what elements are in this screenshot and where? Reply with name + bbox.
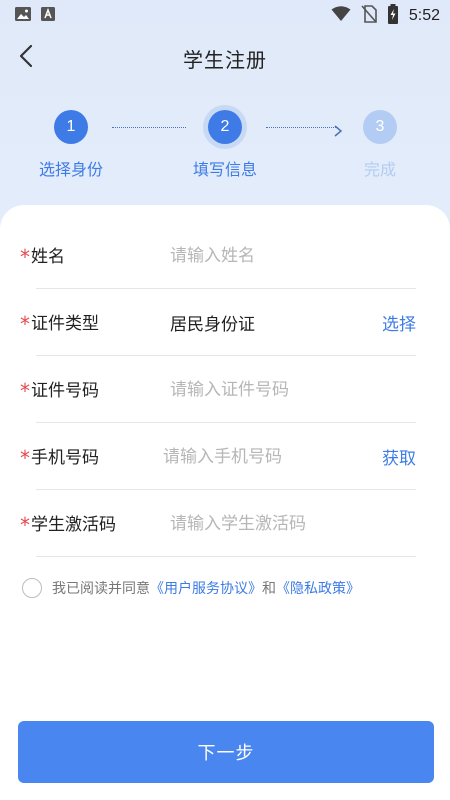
id-type-value: 居民身份证 [170, 315, 255, 335]
step-connector [112, 127, 186, 128]
font-a-icon [40, 6, 56, 26]
battery-charging-icon [387, 4, 399, 28]
id-type-label: *证件类型 [20, 312, 99, 336]
id-type-row[interactable]: *证件类型 居民身份证 选择 [20, 289, 416, 356]
id-number-row: *证件号码 [20, 356, 416, 423]
agreement-connector: 和 [262, 581, 276, 597]
step-2-circle: 2 [208, 110, 242, 144]
terms-link[interactable]: 《用户服务协议》 [150, 578, 262, 598]
select-id-type-button[interactable]: 选择 [382, 310, 416, 335]
get-phone-button[interactable]: 获取 [382, 444, 416, 469]
next-button[interactable]: 下一步 [18, 721, 434, 783]
id-number-input[interactable] [170, 379, 416, 400]
agreement-prefix: 我已阅读并同意 [52, 581, 150, 597]
progress-stepper: 1 2 3 选择身份 填写信息 完成 [0, 108, 450, 188]
app-header: 学生注册 [0, 36, 450, 80]
no-sim-icon [361, 5, 377, 27]
activation-code-row: *学生激活码 [20, 490, 416, 557]
back-button[interactable] [12, 44, 40, 72]
image-icon [14, 6, 32, 26]
id-number-label: *证件号码 [20, 379, 99, 403]
phone-input[interactable] [163, 446, 382, 467]
step-1-label: 选择身份 [38, 160, 103, 179]
step-1-circle: 1 [54, 110, 88, 144]
step-2-label: 填写信息 [192, 160, 257, 179]
agreement-row: 我已阅读并同意 《用户服务协议》 和 《隐私政策》 [22, 575, 432, 601]
name-input[interactable] [170, 245, 416, 266]
privacy-link[interactable]: 《隐私政策》 [276, 578, 360, 598]
arrow-right-icon [333, 122, 343, 141]
step-3-label: 完成 [363, 160, 396, 179]
activation-code-label: *学生激活码 [20, 513, 116, 537]
wifi-icon [331, 6, 351, 26]
step-connector [266, 127, 338, 128]
name-label: *姓名 [20, 245, 65, 269]
status-time: 5:52 [408, 7, 440, 24]
phone-label: *手机号码 [20, 446, 99, 470]
phone-row: *手机号码 获取 [20, 423, 416, 490]
name-row: *姓名 [20, 222, 416, 289]
activation-code-input[interactable] [170, 513, 416, 534]
chevron-left-icon [18, 44, 34, 72]
status-bar: 5:52 [0, 0, 450, 32]
step-3-circle: 3 [363, 110, 397, 144]
agreement-checkbox[interactable] [22, 578, 42, 598]
page-title: 学生注册 [183, 47, 267, 72]
